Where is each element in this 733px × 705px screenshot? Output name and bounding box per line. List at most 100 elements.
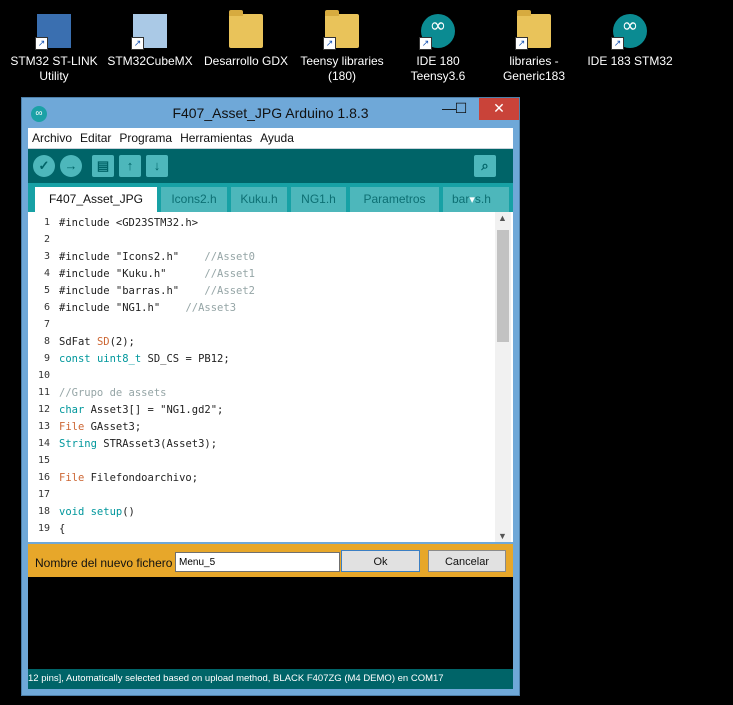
menu-ayuda[interactable]: Ayuda	[256, 128, 298, 145]
maximize-button[interactable]: ☐	[447, 98, 475, 120]
open-sketch-icon[interactable]: ↑	[119, 155, 141, 177]
line-number: 5	[43, 285, 50, 296]
tab-parametros[interactable]: Parametros	[350, 187, 439, 212]
code-line: #include "NG1.h" //Asset3	[59, 302, 236, 314]
tab-f407-asset-jpg[interactable]: F407_Asset_JPG	[35, 187, 157, 212]
desktop-icon-ide180[interactable]: ↗ IDE 180 Teensy3.6	[388, 10, 488, 84]
code-editor[interactable]: 1 2 3 4 5 6 7 8 9 10 11 12 13 14 15 16 17 18 19 #include <…	[28, 212, 513, 542]
desktop-icon-cubemx[interactable]: ↗ STM32CubeMX	[100, 10, 200, 69]
code-token: //Asset2	[204, 285, 255, 297]
verify-icon[interactable]: ✓	[33, 155, 55, 177]
arduino-icon: ↗	[611, 14, 647, 50]
code-token: SD	[96, 336, 110, 348]
line-number: 1	[43, 217, 50, 228]
arduino-icon: ↗	[419, 14, 455, 50]
line-number: 10	[37, 370, 50, 381]
code-line: File Filefondoarchivo;	[59, 472, 198, 484]
line-number-gutter: 1 2 3 4 5 6 7 8 9 10 11 12 13 14 15 16 17 18 19	[28, 212, 50, 542]
close-button[interactable]: ✕	[479, 98, 519, 120]
console-output	[28, 577, 513, 669]
save-sketch-icon[interactable]: ↓	[146, 155, 168, 177]
folder-icon: ↗	[323, 10, 359, 50]
menu-editar[interactable]: Editar	[76, 128, 115, 145]
new-file-prompt: Nombre del nuevo fichero Ok Cancelar	[28, 544, 513, 577]
code-line: String STRAsset3(Asset3);	[59, 438, 217, 450]
scroll-up-icon[interactable]: ▲	[498, 213, 507, 223]
code-token: Asset3[] = "NG1.gd2";	[90, 404, 224, 416]
vertical-scrollbar[interactable]: ▲ ▼	[495, 212, 511, 542]
line-number: 14	[37, 438, 50, 449]
tab-icons2[interactable]: Icons2.h	[161, 187, 227, 212]
tab-kuku[interactable]: Kuku.h	[231, 187, 287, 212]
line-number: 19	[37, 523, 50, 534]
desktop-icon-teensy-libs[interactable]: ↗ Teensy libraries (180)	[292, 10, 392, 84]
line-number: 7	[43, 319, 50, 330]
line-number: 3	[43, 251, 50, 262]
line-number: 2	[43, 234, 50, 245]
filename-input[interactable]	[175, 552, 340, 572]
new-sketch-icon[interactable]: ▤	[92, 155, 114, 177]
desktop-icon-ide183[interactable]: ↗ IDE 183 STM32	[580, 10, 680, 69]
title-bar[interactable]: ∞ F407_Asset_JPG Arduino 1.8.3 — ☐ ✕	[22, 98, 519, 127]
code-token: //Grupo de assets	[59, 387, 167, 399]
code-token: uint8_t	[96, 353, 142, 365]
menu-archivo[interactable]: Archivo	[28, 128, 76, 145]
line-number: 8	[43, 336, 50, 347]
desktop-icon-label: STM32 ST-LINK	[10, 54, 98, 68]
menu-herramientas[interactable]: Herramientas	[176, 128, 256, 145]
line-number: 13	[37, 421, 50, 432]
code-token: #include "Kuku.h"	[59, 268, 205, 280]
desktop-icon-libraries-generic[interactable]: ↗ libraries - Generic183	[484, 10, 584, 84]
code-token: #include "Icons2.h"	[59, 251, 205, 263]
desktop-icon-label: IDE 183 STM32	[587, 54, 673, 68]
code-token: void	[59, 506, 91, 518]
code-token: setup	[90, 506, 123, 518]
cancel-button[interactable]: Cancelar	[428, 550, 506, 572]
serial-monitor-icon[interactable]: ⌕	[474, 155, 496, 177]
desktop-icon-label: Desarrollo GDX	[203, 54, 289, 68]
scrollbar-thumb[interactable]	[497, 230, 509, 342]
desktop-icon-label: libraries -	[509, 54, 559, 68]
code-token: File	[59, 472, 91, 484]
line-number: 17	[37, 489, 50, 500]
desktop-icon-label: Teensy libraries	[300, 54, 384, 68]
cube-app-icon: ↗	[131, 14, 167, 50]
code-line: File GAsset3;	[59, 421, 141, 433]
ok-button[interactable]: Ok	[341, 550, 420, 572]
tab-ng1[interactable]: NG1.h	[291, 187, 346, 212]
code-line: SdFat SD(2);	[59, 336, 135, 348]
code-token: //Asset3	[185, 302, 237, 314]
code-token: STRAsset3(Asset3);	[103, 438, 218, 450]
desktop-icon-label: STM32CubeMX	[107, 54, 193, 68]
tab-barras[interactable]: bar▾s.h	[443, 187, 509, 212]
desktop-icon-label: Utility	[39, 69, 69, 83]
menu-programa[interactable]: Programa	[115, 128, 176, 145]
code-token: const	[59, 353, 97, 365]
code-token: #include "barras.h"	[59, 285, 205, 297]
code-token: SdFat	[59, 336, 97, 348]
code-line: #include "barras.h" //Asset2	[59, 285, 255, 297]
code-token: Filefondoarchivo;	[90, 472, 199, 484]
code-line: #include "Kuku.h" //Asset1	[59, 268, 255, 280]
desktop-icon-stlink[interactable]: ↗ STM32 ST-LINK Utility	[4, 10, 104, 84]
menu-bar: Archivo Editar Programa Herramientas Ayuda	[28, 128, 513, 149]
tab-barras-label-tail: s.h	[474, 192, 491, 206]
code-token: char	[59, 404, 91, 416]
tab-bar: F407_Asset_JPG Icons2.h Kuku.h NG1.h Par…	[28, 183, 513, 212]
line-number: 12	[37, 404, 50, 415]
code-token: GAsset3;	[90, 421, 142, 433]
status-bar: 12 pins], Automatically selected based o…	[28, 669, 513, 689]
code-token: SD_CS = PB12;	[141, 353, 230, 365]
code-line: char Asset3[] = "NG1.gd2";	[59, 404, 223, 416]
code-line: void setup()	[59, 506, 135, 518]
line-number: 9	[43, 353, 50, 364]
scroll-down-icon[interactable]: ▼	[498, 531, 507, 541]
upload-icon[interactable]: →	[60, 155, 82, 177]
line-number: 15	[37, 455, 50, 466]
desktop-icon-desarrollo[interactable]: Desarrollo GDX	[196, 10, 296, 69]
desktop-icon-label: (180)	[327, 69, 356, 83]
line-number: 4	[43, 268, 50, 279]
folder-icon: ↗	[515, 10, 551, 50]
desktop-icon-label: Teensy3.6	[410, 69, 466, 83]
arduino-window: ∞ F407_Asset_JPG Arduino 1.8.3 — ☐ ✕ Arc…	[21, 97, 520, 696]
